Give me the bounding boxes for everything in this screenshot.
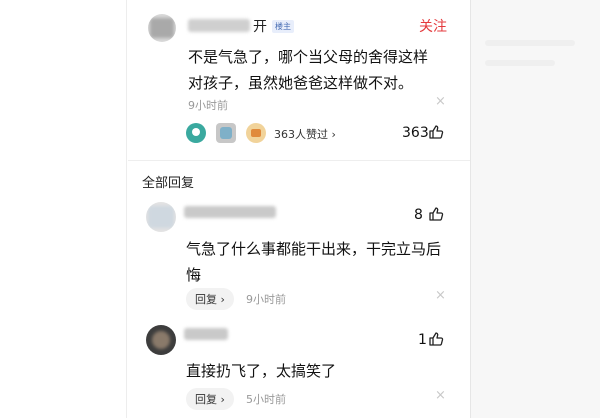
background-placeholder: [485, 40, 575, 46]
background-placeholder: [485, 60, 555, 66]
reply-avatar[interactable]: [146, 325, 176, 355]
comment-panel: 开 楼主 关注 不是气急了，哪个当父母的舍得这样对孩子，虽然她爸爸这样做不对。 …: [128, 0, 470, 418]
reply-author-redacted: [184, 328, 228, 340]
thumbs-up-icon[interactable]: [428, 124, 444, 140]
right-page-background: [470, 0, 600, 418]
section-divider: [128, 160, 470, 161]
liker-avatar: [186, 123, 206, 143]
close-icon[interactable]: ×: [435, 288, 446, 303]
follow-button[interactable]: 关注: [419, 16, 447, 36]
close-icon[interactable]: ×: [435, 388, 446, 403]
op-badge: 楼主: [272, 20, 294, 33]
reply-avatar[interactable]: [146, 202, 176, 232]
reply-content: 直接扔飞了，太搞笑了: [186, 362, 337, 380]
liker-avatar: [216, 123, 236, 143]
author-name-redacted: [188, 19, 250, 32]
comment-content: 不是气急了，哪个当父母的舍得这样对孩子，虽然她爸爸这样做不对。: [188, 48, 429, 92]
thumbs-up-icon[interactable]: [428, 331, 444, 347]
thumbs-up-icon[interactable]: [428, 206, 444, 222]
reply-button[interactable]: 回复 ›: [186, 288, 234, 310]
comment-time: 9小时前: [188, 99, 228, 112]
replies-section-title: 全部回复: [142, 176, 195, 191]
left-page-background: [0, 0, 127, 418]
like-count: 363: [402, 125, 429, 141]
liker-avatar: [246, 123, 266, 143]
like-count: 1: [418, 332, 427, 348]
reply-time: 9小时前: [246, 293, 286, 306]
likers-summary[interactable]: 363人赞过 ›: [274, 126, 336, 142]
reply-button[interactable]: 回复 ›: [186, 388, 234, 410]
author-name[interactable]: 开: [253, 16, 267, 36]
author-avatar[interactable]: [148, 14, 176, 42]
like-count: 8: [414, 207, 423, 223]
reply-author-redacted: [184, 206, 276, 218]
close-icon[interactable]: ×: [435, 94, 446, 109]
reply-time: 5小时前: [246, 393, 286, 406]
reply-content: 气急了什么事都能干出来，干完立马后悔: [186, 240, 442, 284]
